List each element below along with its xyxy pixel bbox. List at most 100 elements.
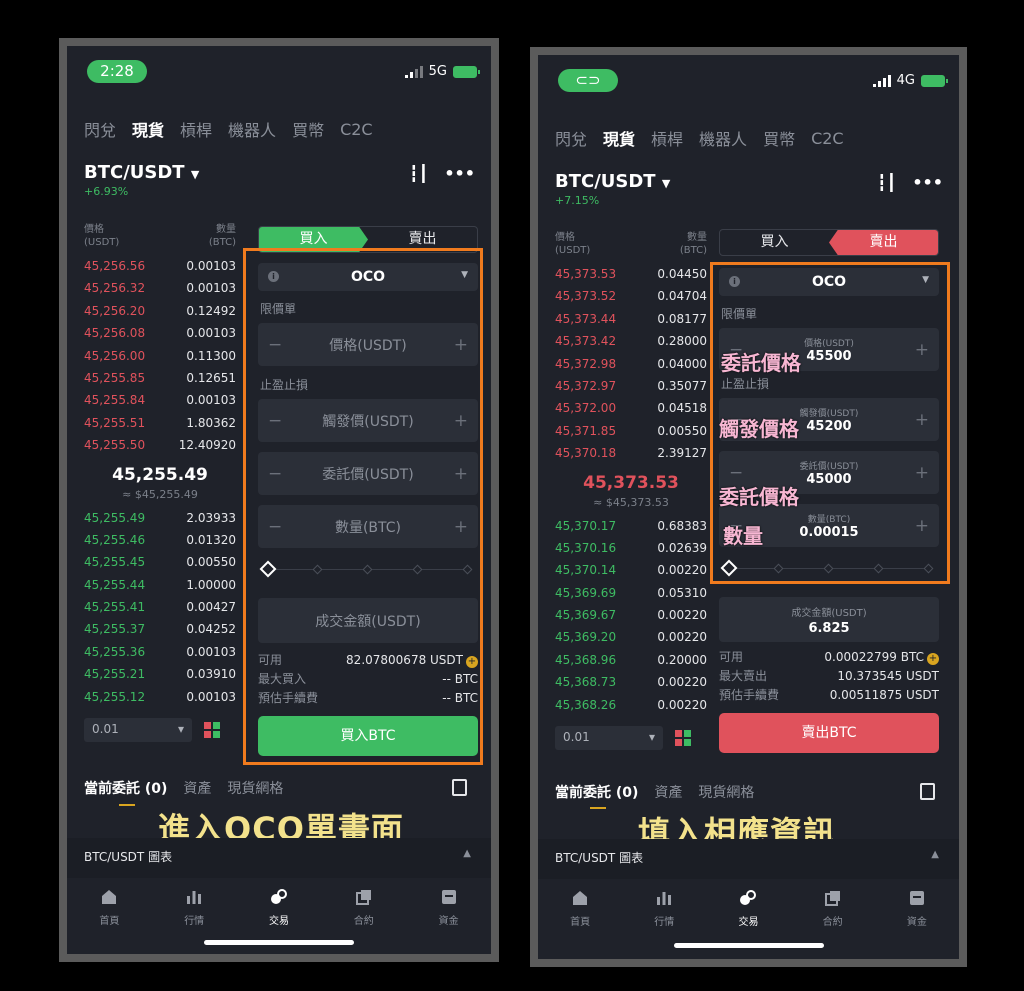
order-qty: 0.00220: [657, 630, 707, 645]
battery-icon: [921, 74, 948, 87]
bid-row[interactable]: 45,255.44 1.00000: [84, 574, 236, 596]
bid-row[interactable]: 45,255.41 0.00427: [84, 596, 236, 618]
bid-row[interactable]: 45,368.96 0.20000: [555, 649, 707, 671]
bid-row[interactable]: 45,368.26 0.00220: [555, 694, 707, 716]
ask-row[interactable]: 45,373.52 0.04704: [555, 285, 707, 307]
order-book-header: 價格 (USDT) 數量 (BTC): [555, 231, 707, 257]
ask-row[interactable]: 45,372.98 0.04000: [555, 353, 707, 375]
amount-input[interactable]: 成交金額(USDT) 6.825: [719, 597, 939, 642]
ask-row[interactable]: 45,371.85 0.00550: [555, 420, 707, 442]
tab-c2c[interactable]: C2C: [811, 129, 844, 148]
order-price: 45,373.52: [555, 289, 617, 304]
tab-open-orders[interactable]: 當前委託 (0): [555, 782, 638, 802]
bid-row[interactable]: 45,255.45 0.00550: [84, 551, 236, 573]
signal-icon: [872, 74, 891, 87]
ask-row[interactable]: 45,373.42 0.28000: [555, 330, 707, 352]
tab-margin[interactable]: 槓桿: [651, 126, 683, 150]
sell-tab[interactable]: 賣出: [829, 230, 938, 255]
bid-row[interactable]: 45,370.16 0.02639: [555, 537, 707, 559]
candlestick-icon[interactable]: ┇┃: [409, 164, 428, 183]
nav-markets[interactable]: 行情: [634, 889, 694, 949]
ask-row[interactable]: 45,370.18 2.39127: [555, 442, 707, 464]
tab-spot[interactable]: 現貨: [603, 126, 635, 150]
nav-assets[interactable]: 資金: [419, 888, 479, 948]
ask-row[interactable]: 45,373.44 0.08177: [555, 308, 707, 330]
order-price: 45,368.26: [555, 697, 617, 712]
ask-row[interactable]: 45,255.51 1.80362: [84, 412, 236, 434]
buy-tab[interactable]: 買入: [720, 230, 829, 255]
tab-buy-crypto[interactable]: 買幣: [763, 126, 795, 150]
tab-convert[interactable]: 閃兌: [84, 117, 116, 141]
bid-row[interactable]: 45,255.46 0.01320: [84, 529, 236, 551]
bid-row[interactable]: 45,368.73 0.00220: [555, 671, 707, 693]
sell-btc-button[interactable]: 賣出BTC: [719, 713, 939, 753]
annotation-entrust-price-2: 委託價格: [719, 485, 799, 509]
bid-row[interactable]: 45,370.17 0.68383: [555, 515, 707, 537]
price-unit: (USDT): [555, 245, 591, 256]
bottom-nav: 首頁 行情 交易 合約 資金: [67, 878, 491, 948]
order-history-icon[interactable]: [452, 779, 467, 796]
nav-assets[interactable]: 資金: [887, 889, 947, 949]
tab-spot-grid[interactable]: 現貨網格: [227, 778, 283, 798]
tab-c2c[interactable]: C2C: [340, 120, 373, 139]
order-price: 45,373.44: [555, 311, 617, 326]
tab-spot[interactable]: 現貨: [132, 117, 164, 141]
ask-row[interactable]: 45,255.84 0.00103: [84, 389, 236, 411]
bid-row[interactable]: 45,255.36 0.00103: [84, 641, 236, 663]
more-icon[interactable]: •••: [912, 173, 943, 192]
ask-row[interactable]: 45,373.53 0.04450: [555, 263, 707, 285]
tab-bot[interactable]: 機器人: [228, 117, 276, 141]
bid-row[interactable]: 45,369.67 0.00220: [555, 604, 707, 626]
nav-home[interactable]: 首頁: [79, 888, 139, 948]
nav-home[interactable]: 首頁: [550, 889, 610, 949]
price-unit: (USDT): [84, 237, 120, 248]
tab-buy-crypto[interactable]: 買幣: [292, 117, 324, 141]
orderbook-layout-icon[interactable]: [204, 722, 220, 739]
nav-futures[interactable]: 合約: [803, 889, 863, 949]
last-price-block: 45,255.49 ≈ $45,255.49: [84, 457, 236, 507]
ask-row[interactable]: 45,256.56 0.00103: [84, 255, 236, 277]
ask-row[interactable]: 45,255.85 0.12651: [84, 367, 236, 389]
order-qty: 0.12651: [186, 370, 236, 385]
order-qty: 0.04704: [657, 289, 707, 304]
bid-row[interactable]: 45,369.69 0.05310: [555, 582, 707, 604]
bar-chart-icon: [657, 892, 672, 905]
ask-row[interactable]: 45,255.50 12.40920: [84, 434, 236, 456]
bid-row[interactable]: 45,255.21 0.03910: [84, 663, 236, 685]
order-history-icon[interactable]: [920, 783, 935, 800]
nav-markets[interactable]: 行情: [164, 888, 224, 948]
order-price: 45,370.14: [555, 563, 617, 578]
tab-bot[interactable]: 機器人: [699, 126, 747, 150]
tab-assets[interactable]: 資產: [654, 782, 682, 802]
bid-row[interactable]: 45,255.49 2.03933: [84, 507, 236, 529]
orderbook-layout-icon[interactable]: [675, 730, 691, 747]
tab-spot-grid[interactable]: 現貨網格: [698, 782, 754, 802]
bid-row[interactable]: 45,370.14 0.00220: [555, 559, 707, 581]
tab-assets[interactable]: 資產: [183, 778, 211, 798]
bid-row[interactable]: 45,369.20 0.00220: [555, 626, 707, 648]
chart-toggle-bar[interactable]: BTC/USDT 圖表 ▲: [538, 839, 959, 879]
nav-trade[interactable]: 交易: [249, 888, 309, 948]
tab-open-orders[interactable]: 當前委託 (0): [84, 778, 167, 798]
tab-convert[interactable]: 閃兌: [555, 126, 587, 150]
chart-toggle-bar[interactable]: BTC/USDT 圖表 ▲: [67, 838, 491, 878]
bid-row[interactable]: 45,255.37 0.04252: [84, 618, 236, 640]
ask-row[interactable]: 45,256.20 0.12492: [84, 300, 236, 322]
caret-down-icon: ▾: [177, 722, 184, 737]
add-funds-icon[interactable]: +: [927, 653, 939, 665]
nav-futures[interactable]: 合約: [334, 888, 394, 948]
precision-dropdown[interactable]: 0.01 ▾: [84, 718, 192, 743]
tab-margin[interactable]: 槓桿: [180, 117, 212, 141]
precision-dropdown[interactable]: 0.01 ▾: [555, 726, 663, 751]
bid-row[interactable]: 45,255.12 0.00103: [84, 686, 236, 708]
left-phone-screen: 2:28 5G 閃兌 現貨 槓桿 機器人 買幣 C2C BTC/USDT ▼ +…: [59, 38, 499, 962]
ask-row[interactable]: 45,372.00 0.04518: [555, 397, 707, 419]
nav-trade[interactable]: 交易: [718, 889, 778, 949]
ask-row[interactable]: 45,256.32 0.00103: [84, 277, 236, 299]
more-icon[interactable]: •••: [444, 164, 475, 183]
ask-row[interactable]: 45,256.08 0.00103: [84, 322, 236, 344]
order-qty: 1.00000: [186, 577, 236, 592]
candlestick-icon[interactable]: ┇┃: [877, 173, 896, 192]
ask-row[interactable]: 45,256.00 0.11300: [84, 345, 236, 367]
ask-row[interactable]: 45,372.97 0.35077: [555, 375, 707, 397]
